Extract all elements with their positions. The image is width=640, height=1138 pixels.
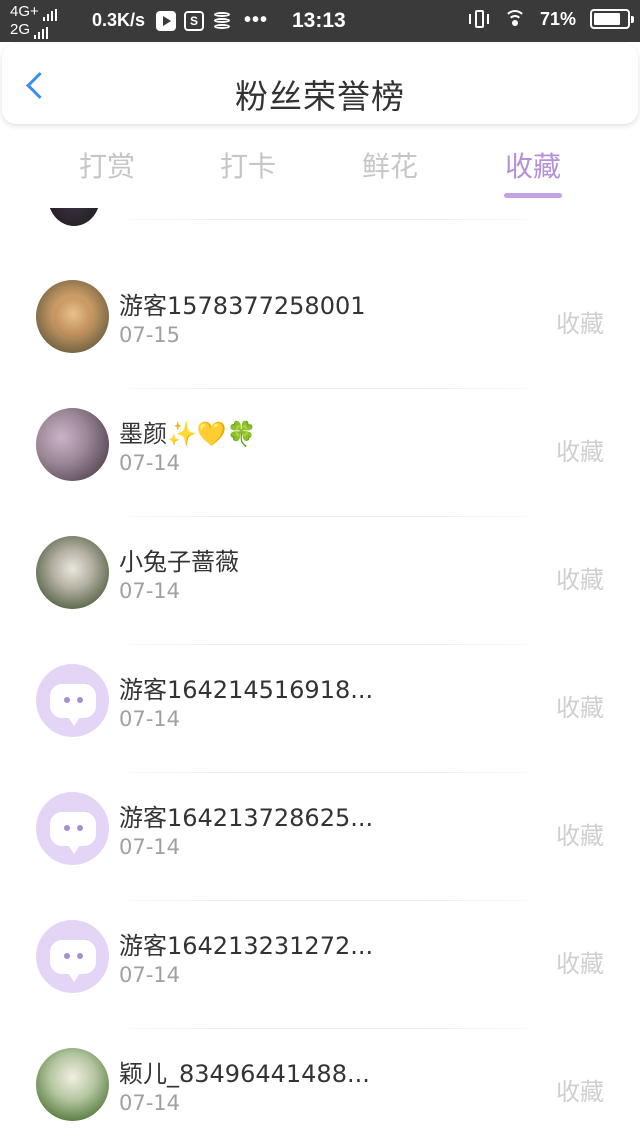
fan-name: 颖儿_83496441488... (119, 1060, 370, 1088)
action-label: 收藏 (556, 566, 604, 594)
tab-flowers[interactable]: 鲜花 (350, 145, 430, 185)
fan-name: 游客164214516918... (119, 676, 374, 704)
page-title: 粉丝荣誉榜 (235, 77, 405, 116)
tab-checkin[interactable]: 打卡 (208, 145, 288, 185)
action-label: 收藏 (556, 438, 604, 466)
list-item[interactable]: 墨颜✨💛🍀 07-14 收藏 (0, 336, 640, 481)
network-speed: 0.3K/s (92, 10, 146, 30)
list-item[interactable]: 游客1578377258001 07-15 收藏 (0, 208, 640, 353)
database-icon (212, 11, 232, 31)
fan-list[interactable]: 游客1578377258001 07-15 收藏 墨颜✨💛🍀 07-14 收藏 … (0, 208, 640, 1138)
list-item[interactable]: 游客164214516918... 07-14 收藏 (0, 592, 640, 737)
list-item[interactable]: 小兔子蔷薇 07-14 收藏 (0, 464, 640, 609)
chat-bubble-icon (49, 683, 96, 726)
list-item[interactable]: 游客164213728625... 07-14 收藏 (0, 720, 640, 865)
play-icon (156, 10, 176, 31)
sim-icon: S (184, 10, 204, 31)
clock: 13:13 (292, 9, 346, 32)
action-label: 收藏 (556, 822, 604, 850)
fan-name: 墨颜✨💛🍀 (119, 420, 257, 448)
tab-favorites[interactable]: 收藏 (493, 145, 573, 185)
signal-icon (42, 9, 57, 21)
fan-name: 游客164213728625... (119, 804, 374, 832)
chat-bubble-icon (49, 939, 96, 982)
vibrate-icon (468, 8, 490, 30)
action-label: 收藏 (556, 950, 604, 978)
list-item[interactable]: 颖儿_83496441488... 07-14 收藏 (0, 976, 640, 1121)
list-item[interactable]: 游客164213231272... 07-14 收藏 (0, 848, 640, 993)
battery-icon (590, 9, 634, 29)
fan-name: 游客1578377258001 (119, 292, 366, 320)
signal-icon-2 (34, 27, 49, 39)
battery-percent: 71% (539, 8, 576, 29)
action-label: 收藏 (556, 310, 604, 338)
status-bar: 4G+ 2G 0.3K/s S ••• 13:13 71% (0, 0, 640, 42)
action-label: 收藏 (556, 1078, 604, 1106)
avatar[interactable] (36, 1048, 109, 1121)
notification-icons: S ••• (156, 9, 268, 32)
header-bar: 粉丝荣誉榜 (2, 44, 638, 124)
tab-bar: 打赏 打卡 鲜花 收藏 (0, 140, 640, 206)
network-indicator: 4G+ 2G (10, 3, 57, 39)
fan-name: 小兔子蔷薇 (119, 548, 239, 576)
network-type-bottom: 2G (10, 21, 31, 38)
active-tab-indicator (504, 193, 562, 198)
wifi-icon (503, 10, 526, 28)
fan-date: 07-14 (119, 1091, 181, 1115)
more-notifications-icon: ••• (244, 9, 269, 31)
fan-name: 游客164213231272... (119, 932, 374, 960)
network-type-top: 4G+ (10, 3, 39, 20)
chat-bubble-icon (49, 811, 96, 854)
tab-tip[interactable]: 打赏 (67, 145, 147, 185)
action-label: 收藏 (556, 694, 604, 722)
